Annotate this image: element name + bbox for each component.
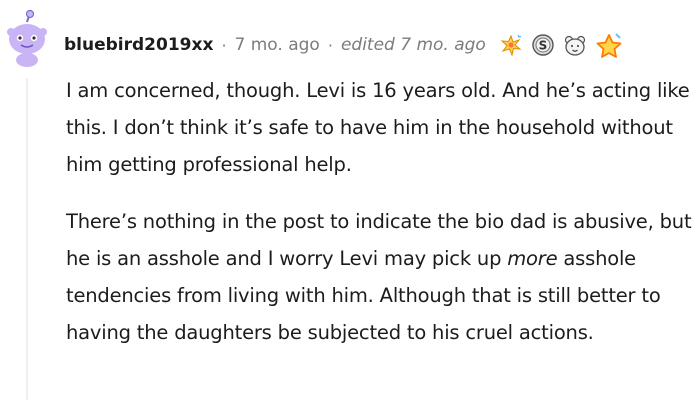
comment-paragraph: There’s nothing in the post to indicate … [66,203,696,351]
wholesome-bear-award-icon[interactable] [562,32,588,58]
snoo-avatar-icon [7,9,47,67]
username-link[interactable]: bluebird2019xx [64,35,213,55]
thread-line[interactable] [26,78,28,400]
avatar[interactable] [5,8,49,68]
gold-star-award-icon[interactable] [594,32,622,58]
edited-label: edited 7 mo. ago [340,35,486,55]
starburst-award-icon[interactable] [498,32,524,58]
svg-text:S: S [539,39,548,53]
emphasized-text: more [507,247,558,270]
separator-dot: · [327,35,333,55]
comment-body: I am concerned, though. Levi is 16 years… [66,72,696,351]
silver-s-award-icon[interactable]: S [530,32,556,58]
awards-row[interactable]: S [492,32,622,58]
comment-paragraph: I am concerned, though. Levi is 16 years… [66,79,690,176]
comment-timestamp[interactable]: 7 mo. ago [235,35,320,55]
separator-dot: · [221,35,227,55]
comment-header: bluebird2019xx · 7 mo. ago · edited 7 mo… [64,30,622,60]
